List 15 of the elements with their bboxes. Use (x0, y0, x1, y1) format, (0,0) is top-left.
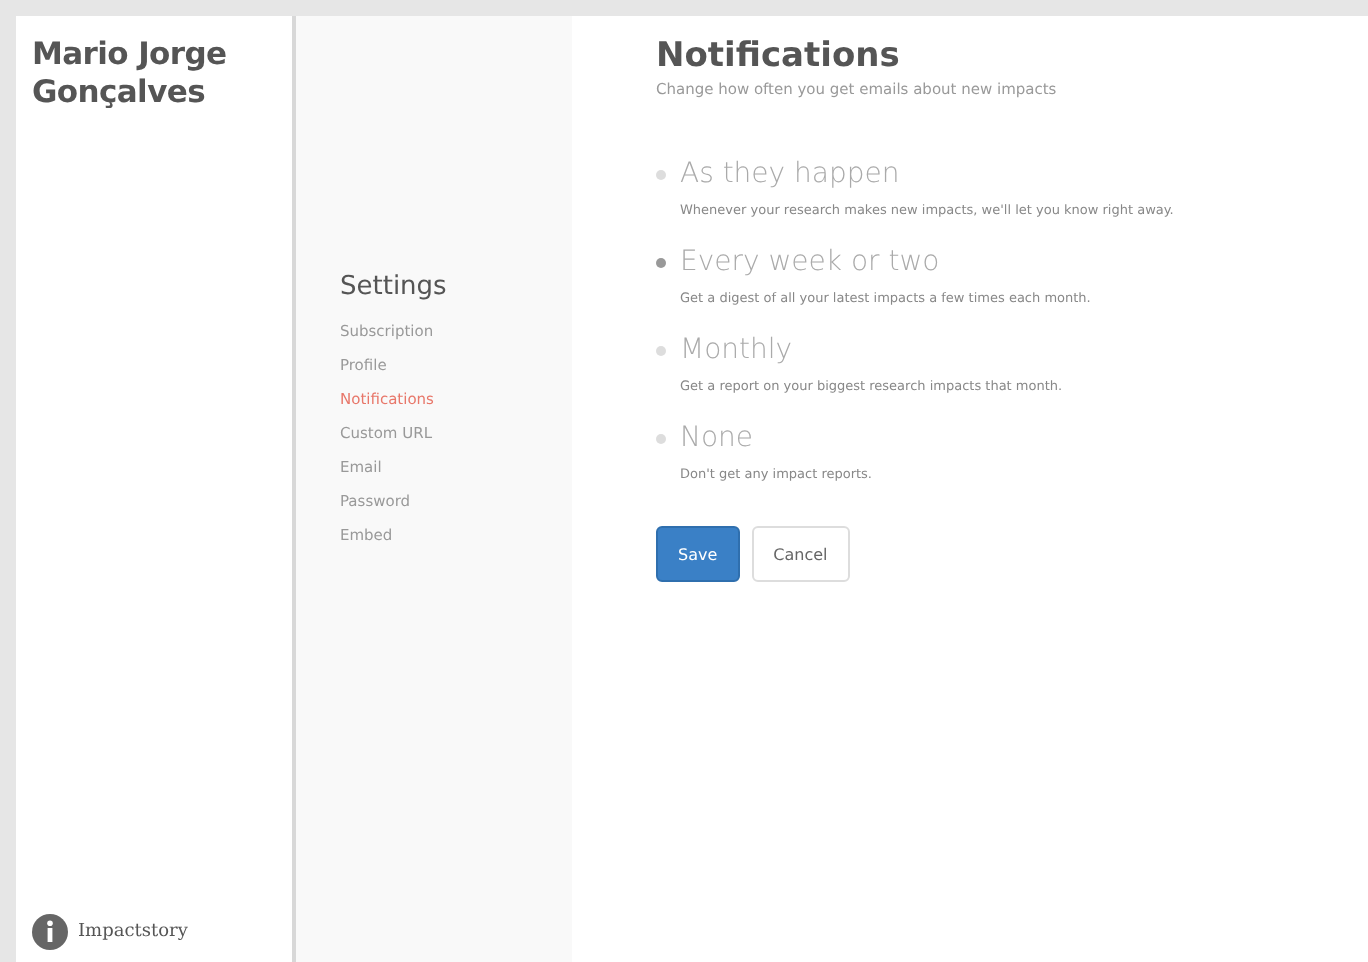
cancel-button[interactable]: Cancel (751, 526, 850, 582)
logo-text: Impactstory (78, 922, 188, 942)
option-label: As they happen (680, 158, 900, 190)
option-label: Monthly (680, 334, 793, 366)
save-button[interactable]: Save (656, 526, 740, 582)
settings-heading: Settings (340, 272, 449, 302)
radio-button[interactable] (656, 169, 666, 179)
page-title: Notifications (656, 36, 902, 76)
radio-button[interactable] (656, 433, 666, 443)
logo-icon (32, 914, 68, 950)
radio-button[interactable] (656, 345, 666, 355)
user-name: Mario Jorge Gonçalves (32, 36, 229, 112)
option-label: None (680, 422, 754, 454)
option-label: Every week or two (680, 246, 940, 278)
radio-button[interactable] (656, 257, 666, 267)
